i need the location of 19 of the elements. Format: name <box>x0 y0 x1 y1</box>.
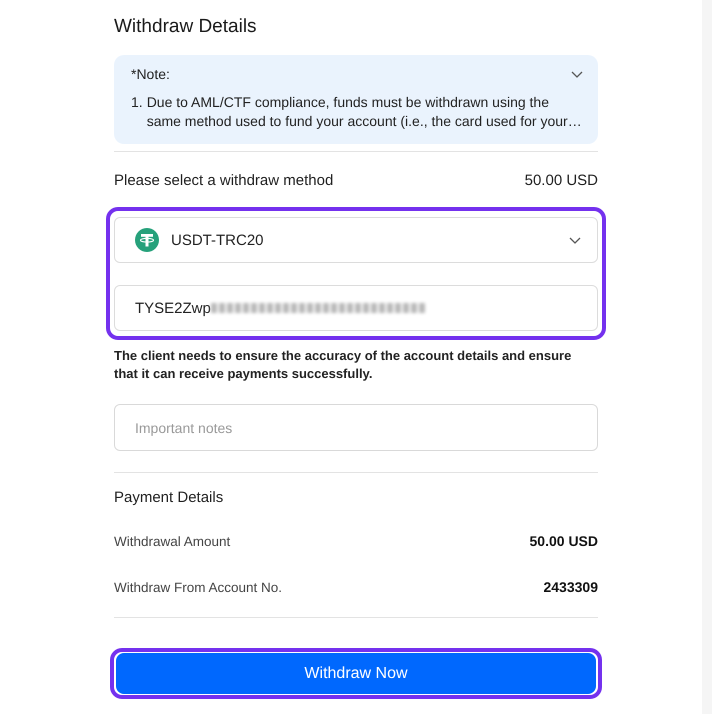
tether-coin-icon <box>135 228 159 252</box>
disclaimer-text: The client needs to ensure the accuracy of the account details and ensure that it can receive payments successfully. <box>114 347 572 383</box>
note-title: *Note: <box>131 66 170 83</box>
method-select[interactable]: USDT-TRC20 <box>114 217 598 263</box>
note-text: Due to AML/CTF compliance, funds must be withdrawn using the same method used to fund your account (i.e., the card used for your… <box>146 93 583 131</box>
detail-label: Withdrawal Amount <box>114 534 230 548</box>
address-field[interactable]: TYSE2Zwp <box>114 285 598 331</box>
detail-value: 50.00 USD <box>530 533 598 549</box>
withdraw-button[interactable]: Withdraw Now <box>116 653 596 694</box>
list-number: 1. <box>131 93 143 112</box>
method-amount: 50.00 USD <box>524 171 598 191</box>
chevron-down-icon[interactable] <box>571 71 583 78</box>
notes-field[interactable]: Important notes <box>114 404 598 451</box>
chevron-down-icon[interactable] <box>569 236 581 244</box>
detail-value: 2433309 <box>543 579 598 595</box>
detail-label: Withdraw From Account No. <box>114 580 282 594</box>
page-title: Withdraw Details <box>114 15 258 39</box>
section-title: Payment Details <box>114 488 224 508</box>
method-label: Please select a withdraw method <box>114 171 334 191</box>
